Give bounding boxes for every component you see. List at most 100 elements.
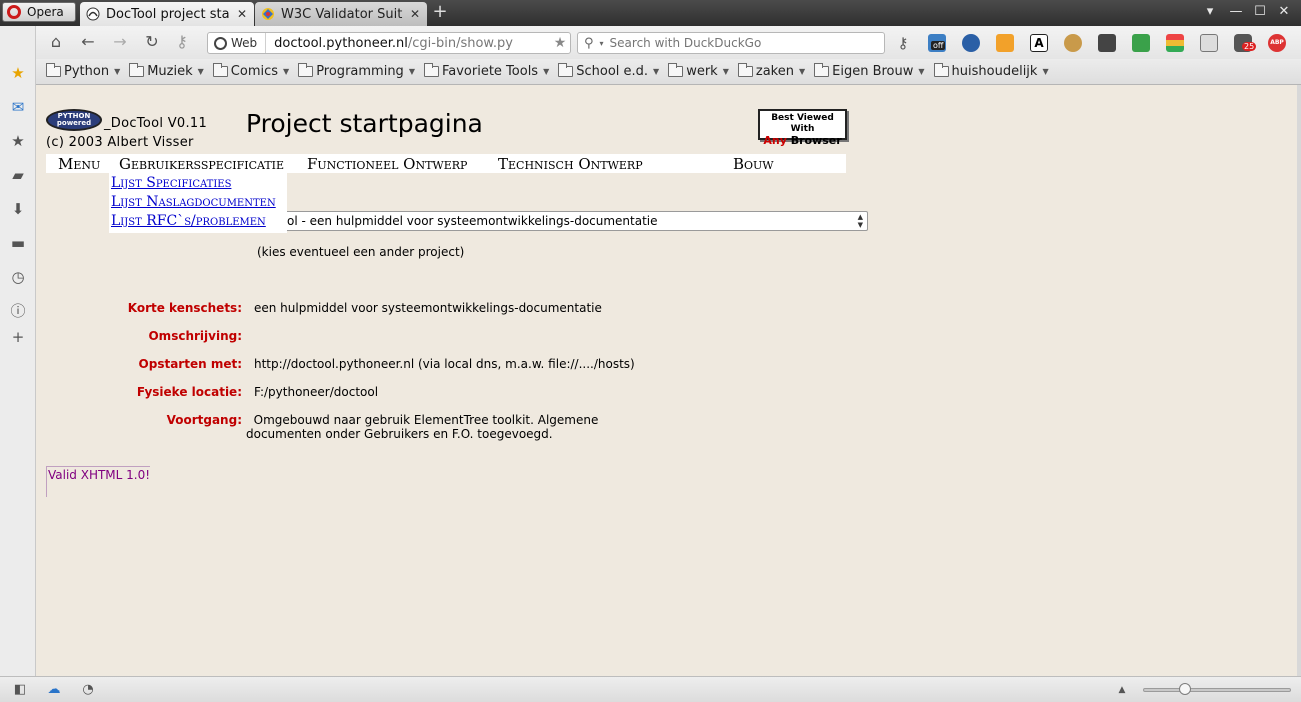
zoom-slider-knob[interactable] xyxy=(1179,683,1191,695)
bookmark-folder-programming[interactable]: Programming ▼ xyxy=(298,63,415,79)
new-tab-button[interactable]: + xyxy=(431,3,449,22)
history-clock-icon[interactable]: ◷ xyxy=(9,268,27,286)
project-select-value: ol - een hulpmiddel voor systeemontwikke… xyxy=(287,214,658,228)
info-icon[interactable]: ⓘ xyxy=(9,302,27,320)
reader-extension-icon[interactable] xyxy=(1200,34,1218,52)
label-fysieke-locatie: Fysieke locatie: xyxy=(136,385,242,399)
label-voortgang: Voortgang: xyxy=(166,413,242,427)
bookmarks-star-icon[interactable]: ★ xyxy=(9,132,27,150)
opera-turbo-icon[interactable] xyxy=(962,34,980,52)
folder-icon xyxy=(933,63,949,77)
back-icon[interactable]: ← xyxy=(78,32,98,52)
chevron-down-icon: ▼ xyxy=(722,67,729,76)
menu-item-menu[interactable]: Menu xyxy=(58,155,100,173)
folder-icon xyxy=(423,63,439,77)
opera-link-cloud-icon[interactable]: ☁ xyxy=(46,682,62,698)
value-korte-kenschets: een hulpmiddel voor systeemontwikkelings… xyxy=(254,301,602,315)
bookmark-folder-school[interactable]: School e.d. ▼ xyxy=(558,63,659,79)
search-input[interactable] xyxy=(609,36,880,50)
forward-icon[interactable]: → xyxy=(110,32,130,52)
label-omschrijving: Omschrijving: xyxy=(148,329,242,343)
downloads-icon[interactable]: ⬇ xyxy=(9,200,27,218)
screenshot-extension-icon[interactable]: 25 xyxy=(1234,34,1257,52)
password-extension-icon[interactable] xyxy=(996,34,1014,52)
bookmark-folder-eigen-brouw[interactable]: Eigen Brouw ▼ xyxy=(814,63,925,79)
add-panel-icon[interactable]: + xyxy=(9,328,27,346)
off-badge: off xyxy=(931,41,946,50)
side-panel: ★ ✉ ★ ▰ ⬇ ▬ ◷ ⓘ + xyxy=(0,26,36,676)
toolbox-icon[interactable] xyxy=(1098,34,1116,52)
bookmark-folder-werk[interactable]: werk ▼ xyxy=(668,63,729,79)
folder-icon xyxy=(298,63,314,77)
submenu-lijst-naslagdocumenten[interactable]: Lijst Naslagdocumenten xyxy=(111,194,276,210)
bookmark-folder-huishoudelijk[interactable]: huishoudelijk ▼ xyxy=(933,63,1049,79)
project-select[interactable]: ol - een hulpmiddel voor systeemontwikke… xyxy=(284,211,868,231)
search-dropdown-icon[interactable]: ▾ xyxy=(600,39,604,48)
palette-icon[interactable] xyxy=(1064,34,1082,52)
app-name: _DocTool V0.11 xyxy=(104,116,208,131)
star-icon[interactable]: ★ xyxy=(9,64,27,82)
url-host: doctool.pythoneer.nl xyxy=(274,35,408,51)
toggle-panel-icon[interactable]: ◧ xyxy=(12,682,28,698)
speed-gauge-icon[interactable]: ◔ xyxy=(80,682,96,698)
chevron-down-icon: ▼ xyxy=(1042,67,1049,76)
key-icon[interactable]: ⚷ xyxy=(172,32,192,52)
value-opstarten-met: http://doctool.pythoneer.nl (via local d… xyxy=(254,357,635,371)
key-extension-icon[interactable]: ⚷ xyxy=(894,34,912,52)
maximize-icon[interactable]: ☐ xyxy=(1250,4,1270,19)
bookmark-folder-zaken[interactable]: zaken ▼ xyxy=(737,63,806,79)
tab-w3c-validator[interactable]: W3C Validator Suite ✕ xyxy=(255,2,427,26)
windows-icon[interactable]: ▬ xyxy=(9,234,27,252)
folder-icon xyxy=(668,63,684,77)
adblock-plus-icon[interactable]: ABP xyxy=(1268,34,1286,52)
web-mode-badge[interactable]: Web xyxy=(208,33,267,53)
python-powered-logo: PYTHON powered xyxy=(46,109,102,131)
bookmark-folder-favoriete-tools[interactable]: Favoriete Tools ▼ xyxy=(423,63,549,79)
minimize-icon[interactable]: — xyxy=(1226,4,1246,19)
zoom-slider[interactable] xyxy=(1143,683,1291,695)
stats-extension-icon[interactable] xyxy=(1166,34,1184,52)
close-tab-icon[interactable]: ✕ xyxy=(409,7,421,21)
menu-item-bouw[interactable]: Bouw xyxy=(733,155,774,173)
zoom-up-icon[interactable]: ▲ xyxy=(1114,682,1130,698)
value-fysieke-locatie: F:/pythoneer/doctool xyxy=(254,385,379,399)
submenu-lijst-specificaties[interactable]: Lijst Specificaties xyxy=(111,175,231,191)
project-hint: (kies eventueel een ander project) xyxy=(257,245,465,259)
search-bar[interactable]: ⚲ ▾ xyxy=(577,32,885,54)
home-icon[interactable]: ⌂ xyxy=(46,32,66,52)
chevron-down-icon: ▼ xyxy=(798,67,806,76)
bookmark-star-icon[interactable]: ★ xyxy=(550,35,570,51)
any-browser-line1: Best Viewed With xyxy=(771,113,834,134)
download-extension-icon[interactable] xyxy=(1132,34,1150,52)
any-browser-badge[interactable]: Best Viewed With Any Browser xyxy=(758,109,847,146)
notes-icon[interactable]: ▰ xyxy=(9,166,27,184)
page-scrollbar[interactable] xyxy=(1297,85,1301,676)
script-off-extension-icon[interactable]: off xyxy=(928,34,946,52)
close-window-icon[interactable]: ✕ xyxy=(1274,4,1294,19)
mail-icon[interactable]: ✉ xyxy=(9,98,27,116)
close-tab-icon[interactable]: ✕ xyxy=(236,7,248,21)
menu-item-functioneel-ontwerp[interactable]: Functioneel Ontwerp xyxy=(307,155,467,173)
any-browser-rest: Browser xyxy=(786,134,842,147)
menu-item-technisch-ontwerp[interactable]: Technisch Ontwerp xyxy=(498,155,643,173)
address-bar[interactable]: Web doctool.pythoneer.nl/cgi-bin/show.py… xyxy=(207,32,571,54)
bookmark-folder-muziek[interactable]: Muziek ▼ xyxy=(129,63,204,79)
tab-strip: Opera DocTool project start ✕ W3C Valida… xyxy=(0,0,1301,26)
bookmark-folder-python[interactable]: Python ▼ xyxy=(46,63,120,79)
tab-title: W3C Validator Suite xyxy=(281,6,403,22)
reload-icon[interactable]: ↻ xyxy=(142,32,162,52)
text-extension-icon[interactable]: A xyxy=(1030,34,1048,52)
url-text[interactable]: doctool.pythoneer.nl/cgi-bin/show.py xyxy=(266,36,550,51)
folder-icon xyxy=(46,63,61,77)
menu-item-gebruikersspecificatie[interactable]: Gebruikersspecificatie xyxy=(119,155,284,173)
tab-doctool[interactable]: DocTool project start ✕ xyxy=(80,2,254,26)
submenu-lijst-rfcs-problemen[interactable]: Lijst RFC`s/problemen xyxy=(111,213,266,229)
any-browser-any: Any xyxy=(763,134,787,147)
valid-xhtml-link[interactable]: Valid XHTML 1.0! xyxy=(46,466,151,497)
folder-icon xyxy=(814,63,830,77)
count-badge: 25 xyxy=(1242,42,1257,51)
bookmark-folder-comics[interactable]: Comics ▼ xyxy=(212,63,289,79)
tab-menu-chevron-icon[interactable]: ▾ xyxy=(1200,4,1220,19)
opera-menu-button[interactable]: Opera xyxy=(2,2,76,22)
site-menu-bar: Menu Gebruikersspecificatie Functioneel … xyxy=(46,154,846,173)
